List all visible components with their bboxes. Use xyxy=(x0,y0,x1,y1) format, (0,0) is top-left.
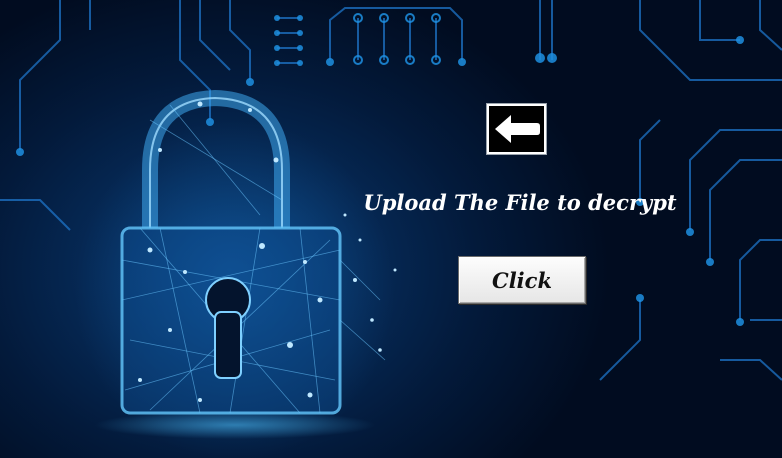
back-button[interactable] xyxy=(486,103,547,155)
decrypt-screen: Upload The File to decrypt Click xyxy=(0,0,782,458)
padlock-icon xyxy=(75,89,397,458)
background-illustration xyxy=(0,0,782,458)
click-button-label: Click xyxy=(491,267,552,293)
upload-instruction: Upload The File to decrypt xyxy=(363,190,677,215)
click-button[interactable]: Click xyxy=(458,256,586,304)
left-arrow-icon xyxy=(494,115,540,143)
